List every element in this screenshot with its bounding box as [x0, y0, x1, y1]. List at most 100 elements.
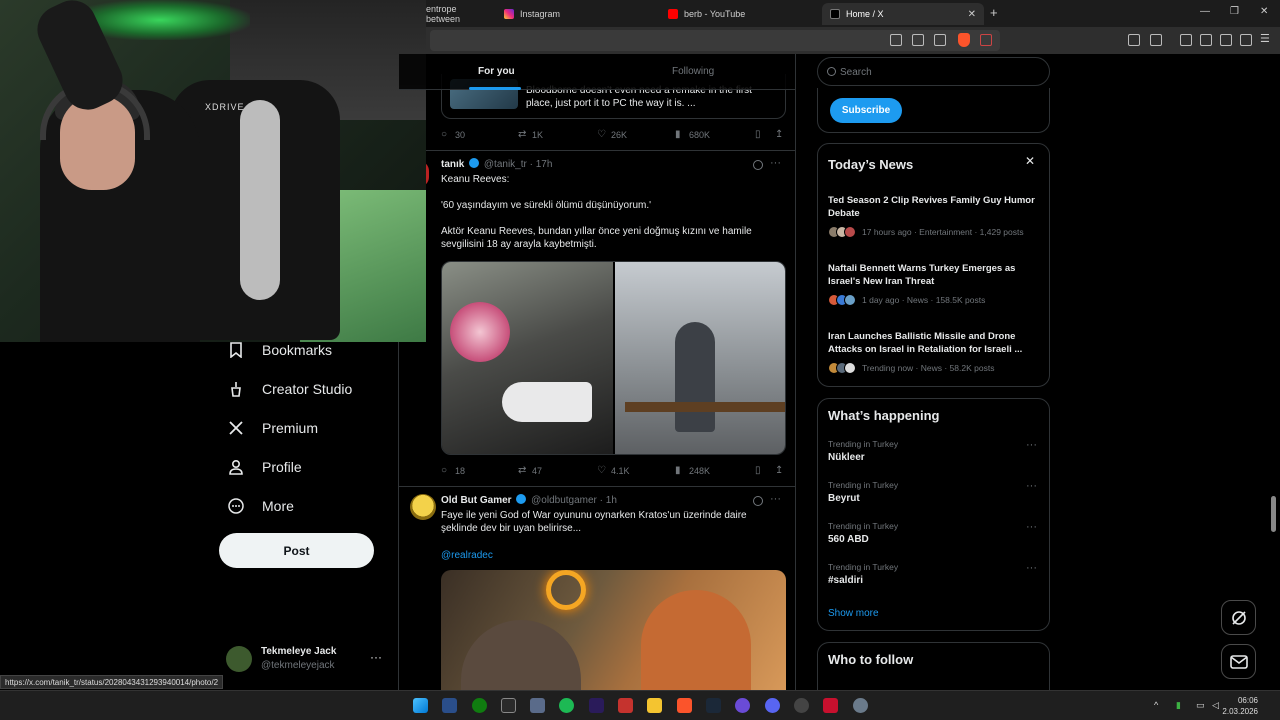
tweet-media[interactable]	[441, 261, 786, 455]
minimize-button[interactable]: —	[1200, 6, 1210, 17]
share-tweet-button[interactable]: ↥	[775, 130, 789, 140]
account-more-icon[interactable]: ···	[370, 650, 382, 664]
mention-link[interactable]: @realradec	[441, 549, 786, 562]
tweet-more-icon[interactable]: ···	[770, 157, 781, 169]
tray-expand-icon[interactable]: ^	[1154, 700, 1158, 710]
close-window-button[interactable]: ✕	[1260, 6, 1268, 17]
brave-rewards-icon[interactable]	[980, 34, 992, 46]
discord-icon[interactable]	[765, 698, 780, 713]
xbox-icon[interactable]	[472, 698, 487, 713]
spotify-icon[interactable]	[559, 698, 574, 713]
trend-name[interactable]: Nükleer	[828, 452, 865, 463]
reply-button[interactable]: ○ 30	[441, 130, 465, 141]
share-tweet-button[interactable]: ↥	[775, 466, 789, 476]
file-explorer-icon[interactable]	[647, 698, 662, 713]
account-switcher[interactable]: Tekmeleye Jack @tekmeleyejack ···	[226, 642, 386, 674]
wallet-icon[interactable]	[1200, 34, 1212, 46]
views-button[interactable]: ▮ 248K	[675, 466, 710, 477]
tab-following[interactable]: Following	[672, 66, 714, 77]
extensions-icon[interactable]	[1128, 34, 1140, 46]
app-icon[interactable]	[618, 698, 633, 713]
system-clock[interactable]: 06:06 2.03.2026	[1222, 695, 1258, 717]
tab-youtube[interactable]: berb - YouTube	[660, 3, 820, 25]
bench-photo[interactable]	[615, 262, 785, 454]
subscribe-button[interactable]: Subscribe	[830, 98, 902, 123]
nav-creator-studio[interactable]: Creator Studio	[218, 369, 398, 408]
tweet-more-icon[interactable]: ···	[770, 493, 781, 505]
bookmark-tweet-button[interactable]: ▯	[755, 130, 769, 140]
post-button[interactable]: Post	[219, 533, 374, 568]
grok-icon[interactable]	[753, 496, 763, 506]
brave-icon[interactable]	[677, 698, 692, 713]
menu-icon[interactable]: ☰	[1260, 32, 1272, 45]
tweet-time[interactable]: · 17h	[530, 159, 553, 170]
tab-search-icon[interactable]	[1150, 34, 1162, 46]
grok-fab-button[interactable]	[1221, 600, 1256, 635]
news-headline[interactable]: Naftali Bennett Warns Turkey Emerges as …	[828, 262, 1038, 288]
tab-entrope[interactable]: entrope between	[418, 3, 494, 25]
close-icon[interactable]: ✕	[1025, 154, 1035, 168]
sidebar-toggle-icon[interactable]	[1180, 34, 1192, 46]
like-button[interactable]: ♡ 4.1K	[597, 466, 630, 477]
funeral-photo[interactable]	[442, 262, 613, 454]
messages-fab-button[interactable]	[1221, 644, 1256, 679]
brave-shields-icon[interactable]	[958, 33, 970, 47]
repost-button[interactable]: ⇄ 1K	[518, 130, 543, 141]
views-button[interactable]: ▮ 680K	[675, 130, 710, 141]
epic-games-icon[interactable]	[501, 698, 516, 713]
steam-icon[interactable]	[706, 698, 721, 713]
tweet-media[interactable]	[441, 570, 786, 690]
bookmark-tweet-button[interactable]: ▯	[755, 466, 769, 476]
trend-name[interactable]: #saldiri	[828, 575, 863, 586]
translate-icon[interactable]	[890, 34, 902, 46]
page-scrollbar[interactable]	[1271, 496, 1276, 532]
news-headline[interactable]: Ted Season 2 Clip Revives Family Guy Hum…	[828, 194, 1038, 220]
app-circle-icon[interactable]	[735, 698, 750, 713]
nav-premium[interactable]: Premium	[218, 408, 398, 447]
like-button[interactable]: ♡ 26K	[597, 130, 627, 141]
tab-instagram[interactable]: Instagram	[496, 3, 656, 25]
microphone-tray-icon[interactable]: ▮	[1176, 700, 1181, 711]
new-tab-button[interactable]: +	[990, 5, 998, 20]
network-icon[interactable]: ▭	[1196, 700, 1205, 711]
show-more-link[interactable]: Show more	[828, 608, 879, 619]
settings-icon[interactable]	[853, 698, 868, 713]
leo-ai-icon[interactable]	[1220, 34, 1232, 46]
author-handle[interactable]: @tanik_tr	[484, 159, 527, 170]
trend-more-icon[interactable]: ···	[1026, 480, 1037, 492]
premiere-icon[interactable]	[589, 698, 604, 713]
trend-more-icon[interactable]: ···	[1026, 439, 1037, 451]
windows-start-icon[interactable]	[413, 698, 428, 713]
chair-stripe	[240, 100, 280, 300]
calculator-icon[interactable]	[530, 698, 545, 713]
reply-button[interactable]: ○ 18	[441, 466, 465, 477]
author-name[interactable]: Old But Gamer	[441, 495, 512, 506]
grok-icon[interactable]	[753, 160, 763, 170]
search-input[interactable]: Search	[817, 57, 1050, 86]
repost-icon: ⇄	[518, 465, 527, 476]
nav-more[interactable]: More	[218, 486, 398, 525]
cast-icon[interactable]	[912, 34, 924, 46]
volume-icon[interactable]: ◁	[1212, 700, 1219, 711]
trend-name[interactable]: Beyrut	[828, 493, 860, 504]
tab-for-you[interactable]: For you	[478, 66, 515, 77]
nav-profile[interactable]: Profile	[218, 447, 398, 486]
trend-name[interactable]: 560 ABD	[828, 534, 869, 545]
tab-home-x[interactable]: Home / X ✕	[822, 3, 984, 25]
maximize-button[interactable]: ❐	[1230, 6, 1239, 17]
task-view-icon[interactable]	[442, 698, 457, 713]
share-icon[interactable]	[934, 34, 946, 46]
obs-icon[interactable]	[794, 698, 809, 713]
tweet-time[interactable]: · 1h	[600, 495, 617, 506]
trend-more-icon[interactable]: ···	[1026, 521, 1037, 533]
tab-label: entrope between	[426, 4, 461, 24]
close-tab-icon[interactable]: ✕	[968, 9, 976, 20]
author-name[interactable]: tanık	[441, 159, 464, 170]
trend-more-icon[interactable]: ···	[1026, 562, 1037, 574]
news-headline[interactable]: Iran Launches Ballistic Missile and Dron…	[828, 330, 1038, 356]
author-handle[interactable]: @oldbutgamer	[531, 495, 597, 506]
avatar[interactable]	[410, 494, 436, 520]
vpn-icon[interactable]	[1240, 34, 1252, 46]
repost-button[interactable]: ⇄ 47	[518, 465, 542, 477]
app-red-icon[interactable]	[823, 698, 838, 713]
